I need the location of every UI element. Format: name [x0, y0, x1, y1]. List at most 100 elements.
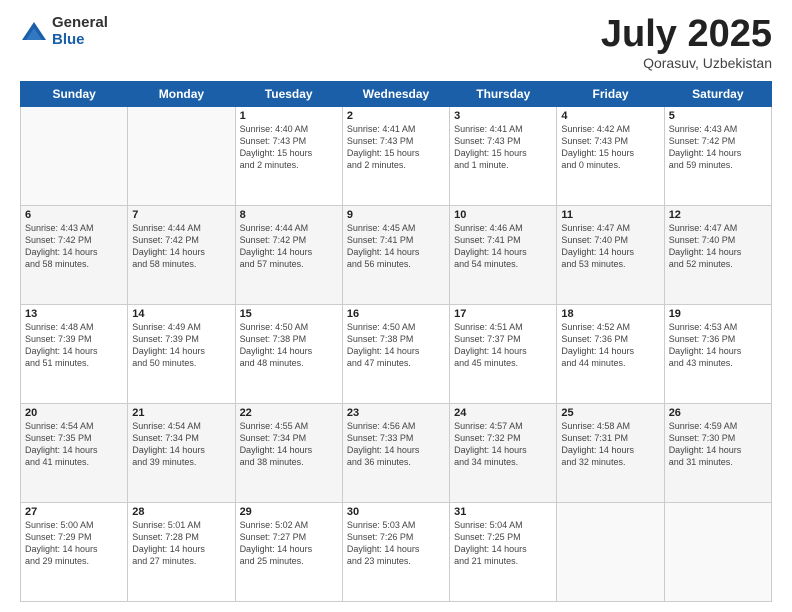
calendar-cell: 19Sunrise: 4:53 AM Sunset: 7:36 PM Dayli… [664, 305, 771, 404]
calendar-cell: 27Sunrise: 5:00 AM Sunset: 7:29 PM Dayli… [21, 503, 128, 602]
month-year: July 2025 [601, 15, 772, 53]
day-header-friday: Friday [557, 82, 664, 107]
day-number: 3 [454, 110, 552, 122]
day-number: 4 [561, 110, 659, 122]
day-info: Sunrise: 4:52 AM Sunset: 7:36 PM Dayligh… [561, 321, 659, 370]
logo: General Blue [20, 15, 108, 48]
calendar-cell: 12Sunrise: 4:47 AM Sunset: 7:40 PM Dayli… [664, 206, 771, 305]
calendar-cell: 11Sunrise: 4:47 AM Sunset: 7:40 PM Dayli… [557, 206, 664, 305]
day-number: 26 [669, 407, 767, 419]
day-info: Sunrise: 4:58 AM Sunset: 7:31 PM Dayligh… [561, 420, 659, 469]
calendar-cell: 9Sunrise: 4:45 AM Sunset: 7:41 PM Daylig… [342, 206, 449, 305]
day-info: Sunrise: 4:55 AM Sunset: 7:34 PM Dayligh… [240, 420, 338, 469]
day-info: Sunrise: 4:40 AM Sunset: 7:43 PM Dayligh… [240, 123, 338, 172]
week-row-4: 20Sunrise: 4:54 AM Sunset: 7:35 PM Dayli… [21, 404, 772, 503]
calendar-cell: 15Sunrise: 4:50 AM Sunset: 7:38 PM Dayli… [235, 305, 342, 404]
day-info: Sunrise: 4:45 AM Sunset: 7:41 PM Dayligh… [347, 222, 445, 271]
title-section: July 2025 Qorasuv, Uzbekistan [601, 15, 772, 71]
day-number: 18 [561, 308, 659, 320]
day-info: Sunrise: 4:59 AM Sunset: 7:30 PM Dayligh… [669, 420, 767, 469]
day-number: 10 [454, 209, 552, 221]
day-info: Sunrise: 4:51 AM Sunset: 7:37 PM Dayligh… [454, 321, 552, 370]
day-number: 16 [347, 308, 445, 320]
day-number: 12 [669, 209, 767, 221]
day-info: Sunrise: 4:42 AM Sunset: 7:43 PM Dayligh… [561, 123, 659, 172]
day-info: Sunrise: 4:50 AM Sunset: 7:38 PM Dayligh… [240, 321, 338, 370]
calendar-cell: 5Sunrise: 4:43 AM Sunset: 7:42 PM Daylig… [664, 107, 771, 206]
calendar-cell: 20Sunrise: 4:54 AM Sunset: 7:35 PM Dayli… [21, 404, 128, 503]
calendar-cell: 10Sunrise: 4:46 AM Sunset: 7:41 PM Dayli… [450, 206, 557, 305]
day-info: Sunrise: 4:44 AM Sunset: 7:42 PM Dayligh… [132, 222, 230, 271]
day-number: 9 [347, 209, 445, 221]
day-number: 27 [25, 506, 123, 518]
day-info: Sunrise: 4:54 AM Sunset: 7:35 PM Dayligh… [25, 420, 123, 469]
day-info: Sunrise: 4:49 AM Sunset: 7:39 PM Dayligh… [132, 321, 230, 370]
day-headers-row: SundayMondayTuesdayWednesdayThursdayFrid… [21, 82, 772, 107]
day-number: 2 [347, 110, 445, 122]
day-number: 5 [669, 110, 767, 122]
day-info: Sunrise: 5:03 AM Sunset: 7:26 PM Dayligh… [347, 519, 445, 568]
week-row-5: 27Sunrise: 5:00 AM Sunset: 7:29 PM Dayli… [21, 503, 772, 602]
calendar-cell: 18Sunrise: 4:52 AM Sunset: 7:36 PM Dayli… [557, 305, 664, 404]
logo-general: General [52, 15, 108, 32]
day-number: 30 [347, 506, 445, 518]
calendar-cell: 21Sunrise: 4:54 AM Sunset: 7:34 PM Dayli… [128, 404, 235, 503]
day-header-monday: Monday [128, 82, 235, 107]
day-info: Sunrise: 4:41 AM Sunset: 7:43 PM Dayligh… [454, 123, 552, 172]
day-header-wednesday: Wednesday [342, 82, 449, 107]
calendar-cell: 7Sunrise: 4:44 AM Sunset: 7:42 PM Daylig… [128, 206, 235, 305]
day-info: Sunrise: 4:41 AM Sunset: 7:43 PM Dayligh… [347, 123, 445, 172]
calendar-cell: 14Sunrise: 4:49 AM Sunset: 7:39 PM Dayli… [128, 305, 235, 404]
calendar-cell: 30Sunrise: 5:03 AM Sunset: 7:26 PM Dayli… [342, 503, 449, 602]
day-info: Sunrise: 4:46 AM Sunset: 7:41 PM Dayligh… [454, 222, 552, 271]
calendar-cell [664, 503, 771, 602]
day-info: Sunrise: 5:02 AM Sunset: 7:27 PM Dayligh… [240, 519, 338, 568]
calendar-cell: 17Sunrise: 4:51 AM Sunset: 7:37 PM Dayli… [450, 305, 557, 404]
day-info: Sunrise: 4:47 AM Sunset: 7:40 PM Dayligh… [561, 222, 659, 271]
day-number: 23 [347, 407, 445, 419]
day-info: Sunrise: 4:53 AM Sunset: 7:36 PM Dayligh… [669, 321, 767, 370]
day-info: Sunrise: 4:54 AM Sunset: 7:34 PM Dayligh… [132, 420, 230, 469]
day-number: 6 [25, 209, 123, 221]
location: Qorasuv, Uzbekistan [601, 55, 772, 71]
day-info: Sunrise: 4:44 AM Sunset: 7:42 PM Dayligh… [240, 222, 338, 271]
calendar-cell: 6Sunrise: 4:43 AM Sunset: 7:42 PM Daylig… [21, 206, 128, 305]
day-number: 7 [132, 209, 230, 221]
logo-blue: Blue [52, 32, 108, 49]
week-row-1: 1Sunrise: 4:40 AM Sunset: 7:43 PM Daylig… [21, 107, 772, 206]
day-info: Sunrise: 4:50 AM Sunset: 7:38 PM Dayligh… [347, 321, 445, 370]
day-number: 17 [454, 308, 552, 320]
week-row-3: 13Sunrise: 4:48 AM Sunset: 7:39 PM Dayli… [21, 305, 772, 404]
day-info: Sunrise: 5:01 AM Sunset: 7:28 PM Dayligh… [132, 519, 230, 568]
calendar: SundayMondayTuesdayWednesdayThursdayFrid… [20, 81, 772, 602]
day-number: 13 [25, 308, 123, 320]
day-header-tuesday: Tuesday [235, 82, 342, 107]
calendar-cell: 22Sunrise: 4:55 AM Sunset: 7:34 PM Dayli… [235, 404, 342, 503]
day-number: 19 [669, 308, 767, 320]
calendar-cell: 29Sunrise: 5:02 AM Sunset: 7:27 PM Dayli… [235, 503, 342, 602]
calendar-cell: 25Sunrise: 4:58 AM Sunset: 7:31 PM Dayli… [557, 404, 664, 503]
calendar-cell [557, 503, 664, 602]
day-header-sunday: Sunday [21, 82, 128, 107]
day-number: 11 [561, 209, 659, 221]
day-number: 22 [240, 407, 338, 419]
logo-text: General Blue [52, 15, 108, 48]
week-row-2: 6Sunrise: 4:43 AM Sunset: 7:42 PM Daylig… [21, 206, 772, 305]
day-number: 21 [132, 407, 230, 419]
logo-icon [20, 18, 48, 46]
header: General Blue July 2025 Qorasuv, Uzbekist… [20, 15, 772, 71]
day-info: Sunrise: 4:43 AM Sunset: 7:42 PM Dayligh… [25, 222, 123, 271]
calendar-cell: 1Sunrise: 4:40 AM Sunset: 7:43 PM Daylig… [235, 107, 342, 206]
day-number: 14 [132, 308, 230, 320]
calendar-cell [128, 107, 235, 206]
day-number: 29 [240, 506, 338, 518]
day-number: 20 [25, 407, 123, 419]
calendar-cell: 26Sunrise: 4:59 AM Sunset: 7:30 PM Dayli… [664, 404, 771, 503]
calendar-cell [21, 107, 128, 206]
day-number: 31 [454, 506, 552, 518]
calendar-cell: 13Sunrise: 4:48 AM Sunset: 7:39 PM Dayli… [21, 305, 128, 404]
calendar-cell: 4Sunrise: 4:42 AM Sunset: 7:43 PM Daylig… [557, 107, 664, 206]
day-number: 1 [240, 110, 338, 122]
day-info: Sunrise: 4:57 AM Sunset: 7:32 PM Dayligh… [454, 420, 552, 469]
day-number: 8 [240, 209, 338, 221]
